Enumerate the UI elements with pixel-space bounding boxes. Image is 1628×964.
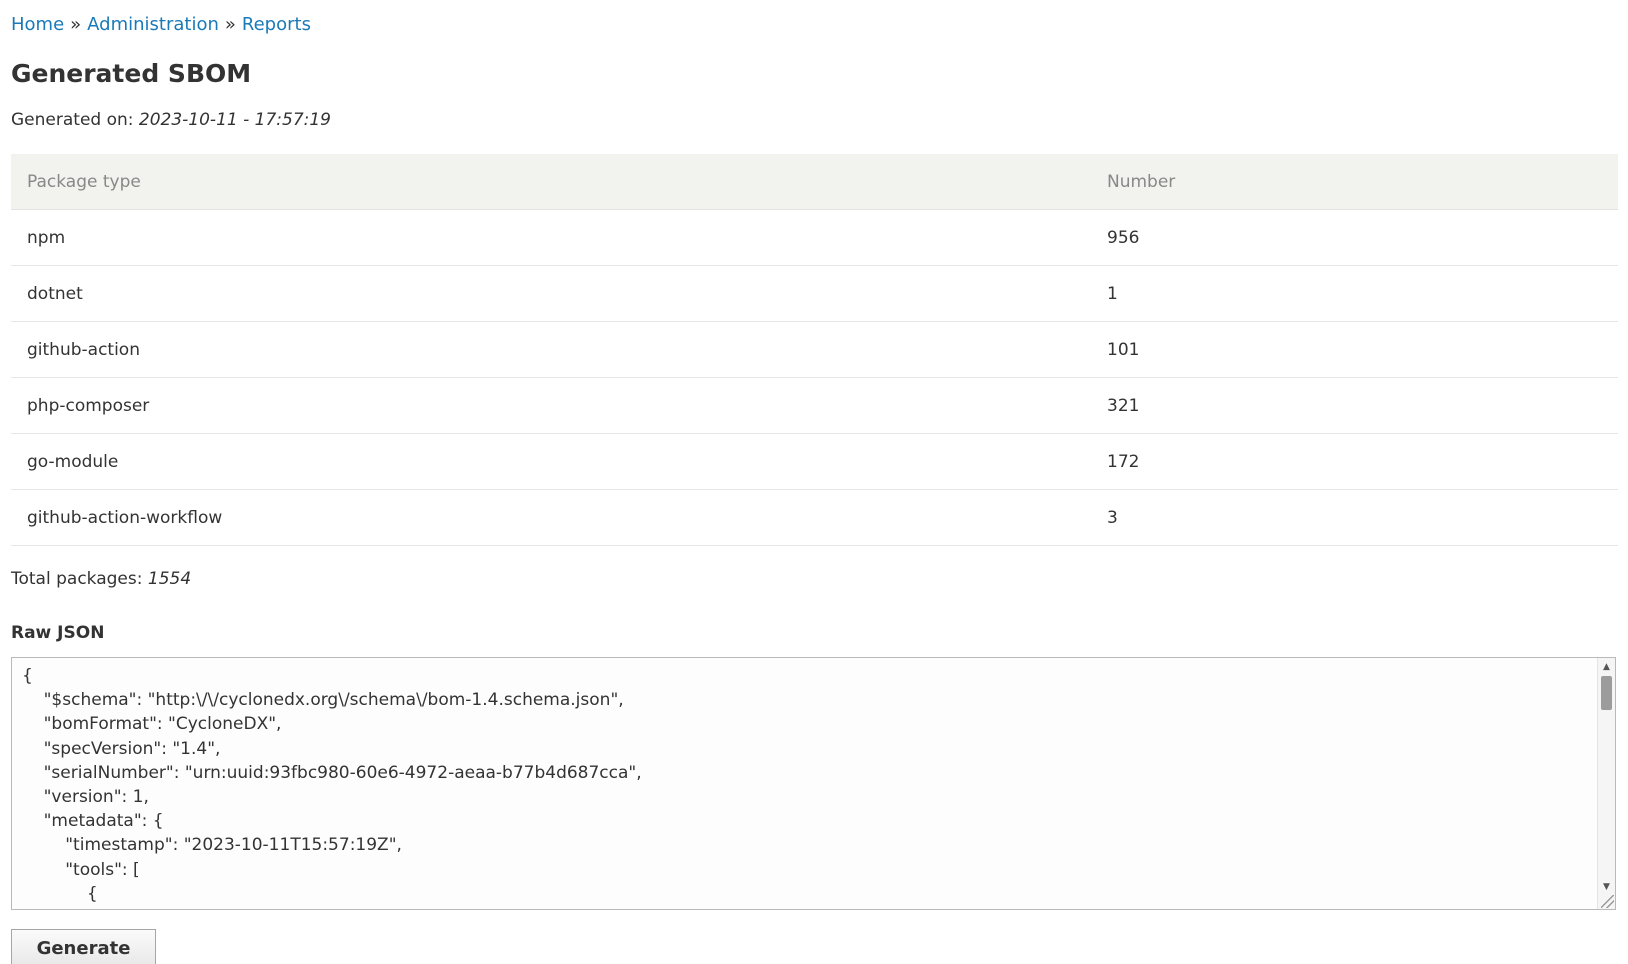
breadcrumb: Home » Administration» Reports: [11, 13, 311, 37]
table-row: npm 956: [11, 209, 1618, 266]
package-table: Package type Number npm 956 dotnet 1 git…: [11, 154, 1618, 546]
table-row: github-action 101: [11, 321, 1618, 378]
package-type-cell: npm: [11, 209, 1091, 266]
scroll-down-arrow-icon[interactable]: ▼: [1598, 880, 1615, 894]
table-header-row: Package type Number: [11, 154, 1618, 210]
package-count-cell: 101: [1091, 321, 1618, 378]
breadcrumb-reports-link[interactable]: Reports: [242, 14, 311, 35]
breadcrumb-separator: »: [224, 14, 236, 35]
package-type-cell: php-composer: [11, 377, 1091, 434]
package-type-cell: github-action-workflow: [11, 489, 1091, 546]
breadcrumb-separator: »: [70, 14, 82, 35]
raw-json-label: Raw JSON: [11, 623, 105, 643]
resize-grip-icon[interactable]: [1601, 895, 1614, 908]
package-type-cell: dotnet: [11, 265, 1091, 322]
table-row: php-composer 321: [11, 377, 1618, 434]
total-packages-label: Total packages:: [11, 569, 143, 589]
package-type-cell: go-module: [11, 433, 1091, 490]
generated-on-value: 2023-10-11 - 17:57:19: [138, 110, 331, 130]
scrollbar-thumb[interactable]: [1601, 676, 1612, 710]
raw-json-textarea[interactable]: { "$schema": "http:\/\/cyclonedx.org\/sc…: [11, 657, 1616, 910]
scroll-up-arrow-icon[interactable]: ▲: [1598, 660, 1615, 674]
package-count-cell: 956: [1091, 209, 1618, 266]
column-header-number: Number: [1091, 154, 1618, 210]
generated-on: Generated on: 2023-10-11 - 17:57:19: [11, 108, 331, 132]
breadcrumb-home-link[interactable]: Home: [11, 14, 64, 35]
generated-on-label: Generated on:: [11, 110, 134, 130]
package-count-cell: 172: [1091, 433, 1618, 490]
generate-button[interactable]: Generate: [11, 929, 156, 964]
table-row: go-module 172: [11, 433, 1618, 490]
breadcrumb-administration-link[interactable]: Administration: [87, 14, 219, 35]
table-row: github-action-workflow 3: [11, 489, 1618, 546]
column-header-package-type: Package type: [11, 154, 1091, 210]
table-row: dotnet 1: [11, 265, 1618, 322]
page-title: Generated SBOM: [11, 59, 252, 88]
package-count-cell: 321: [1091, 377, 1618, 434]
package-count-cell: 1: [1091, 265, 1618, 322]
total-packages-value: 1554: [147, 569, 192, 589]
package-type-cell: github-action: [11, 321, 1091, 378]
vertical-scrollbar[interactable]: ▲ ▼: [1597, 658, 1615, 909]
raw-json-content[interactable]: { "$schema": "http:\/\/cyclonedx.org\/sc…: [12, 658, 1615, 909]
package-count-cell: 3: [1091, 489, 1618, 546]
total-packages: Total packages: 1554: [11, 567, 191, 591]
